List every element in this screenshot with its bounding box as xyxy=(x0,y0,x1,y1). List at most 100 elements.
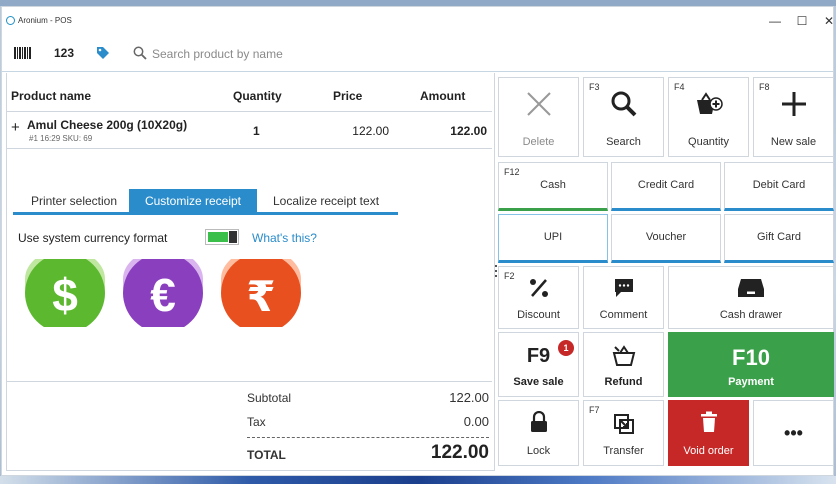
lock-icon xyxy=(530,411,547,432)
maximize-button[interactable]: ☐ xyxy=(793,13,811,29)
more-options-button[interactable]: ••• xyxy=(753,400,834,466)
svg-text:$: $ xyxy=(52,269,78,321)
column-header-quantity[interactable]: Quantity xyxy=(233,89,282,103)
item-amount: 122.00 xyxy=(450,124,487,138)
comment-icon xyxy=(614,279,633,297)
euro-icon: € xyxy=(123,259,203,327)
search-input[interactable] xyxy=(152,45,752,63)
expand-row-icon[interactable]: + xyxy=(11,119,20,136)
cash-shortcut: F12 xyxy=(504,167,520,177)
percent-icon xyxy=(529,279,548,297)
tax-label: Tax xyxy=(247,415,266,429)
order-panel: Product name Quantity Price Amount + Amu… xyxy=(6,73,495,471)
gift-card-button[interactable]: Gift Card xyxy=(724,214,834,263)
item-quantity[interactable]: 1 xyxy=(253,124,260,138)
discount-button[interactable]: F2 Discount xyxy=(498,266,579,329)
total-value: 122.00 xyxy=(430,442,489,463)
dollar-icon: $ xyxy=(25,259,105,327)
lock-button[interactable]: Lock xyxy=(498,400,579,466)
transfer-icon xyxy=(613,414,634,434)
total-label: TOTAL xyxy=(247,448,286,462)
svg-text:€: € xyxy=(150,269,176,321)
subtotal-label: Subtotal xyxy=(247,391,292,405)
delete-label: Delete xyxy=(522,136,555,148)
tab-customize-receipt[interactable]: Customize receipt xyxy=(129,189,257,213)
voucher-label: Voucher xyxy=(645,231,687,243)
debit-card-button[interactable]: Debit Card xyxy=(724,162,834,211)
payment-label: Payment xyxy=(728,376,774,388)
toolbar: 123 xyxy=(2,37,833,72)
totals-divider xyxy=(7,381,492,382)
cash-drawer-icon xyxy=(738,279,764,297)
item-price[interactable]: 122.00 xyxy=(323,124,389,138)
quantity-label: Quantity xyxy=(688,136,729,148)
delete-button[interactable]: Delete xyxy=(498,77,579,157)
search-shortcut: F3 xyxy=(589,82,600,92)
debit-card-label: Debit Card xyxy=(752,179,806,191)
currency-format-label: Use system currency format xyxy=(18,231,168,245)
search-icon xyxy=(611,91,636,117)
desktop-wallpaper-strip xyxy=(0,476,836,484)
cash-drawer-button[interactable]: Cash drawer xyxy=(668,266,834,329)
close-icon xyxy=(526,92,551,116)
item-meta: #1 16:29 SKU: 69 xyxy=(29,134,93,143)
rupee-icon: ₹ xyxy=(221,259,301,327)
comment-button[interactable]: Comment xyxy=(583,266,664,329)
close-button[interactable]: ✕ xyxy=(820,13,836,29)
credit-card-button[interactable]: Credit Card xyxy=(611,162,721,211)
cash-label: Cash xyxy=(540,179,566,191)
tax-value: 0.00 xyxy=(463,414,489,429)
column-header-price[interactable]: Price xyxy=(333,89,362,103)
lock-label: Lock xyxy=(526,445,551,457)
new-sale-label: New sale xyxy=(770,136,817,148)
pos-window: Aronium - POS — ☐ ✕ 123 Product name Qua… xyxy=(1,6,834,476)
transfer-shortcut: F7 xyxy=(589,405,600,415)
plus-icon xyxy=(781,92,806,116)
item-name[interactable]: Amul Cheese 200g (10X20g) xyxy=(27,118,187,132)
title-bar: Aronium - POS — ☐ ✕ xyxy=(2,7,836,37)
quantity-shortcut: F4 xyxy=(674,82,685,92)
quantity-button[interactable]: F4 Quantity xyxy=(668,77,749,157)
comment-label: Comment xyxy=(599,309,648,321)
subtotal-value: 122.00 xyxy=(449,390,489,405)
transfer-button[interactable]: F7 Transfer xyxy=(583,400,664,466)
tab-localize-receipt-text[interactable]: Localize receipt text xyxy=(261,189,391,213)
tab-printer-selection[interactable]: Printer selection xyxy=(19,189,129,213)
app-logo-icon xyxy=(6,16,15,25)
save-sale-button[interactable]: F9 1 Save sale xyxy=(498,332,579,397)
tag-icon[interactable] xyxy=(96,46,110,60)
payment-button[interactable]: F10 Payment xyxy=(668,332,834,397)
refund-basket-icon xyxy=(612,345,635,366)
svg-text:₹: ₹ xyxy=(246,272,275,321)
toggle-track xyxy=(208,232,228,242)
quantity-input-button[interactable]: 123 xyxy=(54,46,74,60)
new-sale-button[interactable]: F8 New sale xyxy=(753,77,834,157)
discount-shortcut: F2 xyxy=(504,271,515,281)
settings-tabs: Printer selection Customize receipt Loca… xyxy=(13,189,398,215)
upi-label: UPI xyxy=(543,231,563,243)
barcode-icon[interactable] xyxy=(14,47,32,59)
refund-button[interactable]: Refund xyxy=(583,332,664,397)
more-options-icon: ••• xyxy=(784,423,803,443)
save-sale-label: Save sale xyxy=(513,376,564,388)
new-sale-shortcut: F8 xyxy=(759,82,770,92)
transfer-label: Transfer xyxy=(603,445,644,457)
column-header-product[interactable]: Product name xyxy=(11,89,91,103)
void-order-button[interactable]: Void order xyxy=(668,400,749,466)
voucher-button[interactable]: Voucher xyxy=(611,214,721,263)
search-label: Search xyxy=(606,136,641,148)
header-divider xyxy=(7,111,492,112)
whats-this-link[interactable]: What's this? xyxy=(252,231,317,245)
trash-icon xyxy=(700,411,717,432)
search-icon xyxy=(133,46,147,60)
search-button[interactable]: F3 Search xyxy=(583,77,664,157)
column-header-amount[interactable]: Amount xyxy=(420,89,465,103)
currency-format-toggle[interactable] xyxy=(205,229,239,245)
upi-button[interactable]: UPI xyxy=(498,214,608,263)
cash-payment-button[interactable]: F12 Cash xyxy=(498,162,608,211)
minimize-button[interactable]: — xyxy=(766,13,784,29)
basket-plus-icon xyxy=(696,92,723,114)
refund-label: Refund xyxy=(604,376,643,388)
gift-card-label: Gift Card xyxy=(756,231,801,243)
window-title: Aronium - POS xyxy=(18,16,72,25)
